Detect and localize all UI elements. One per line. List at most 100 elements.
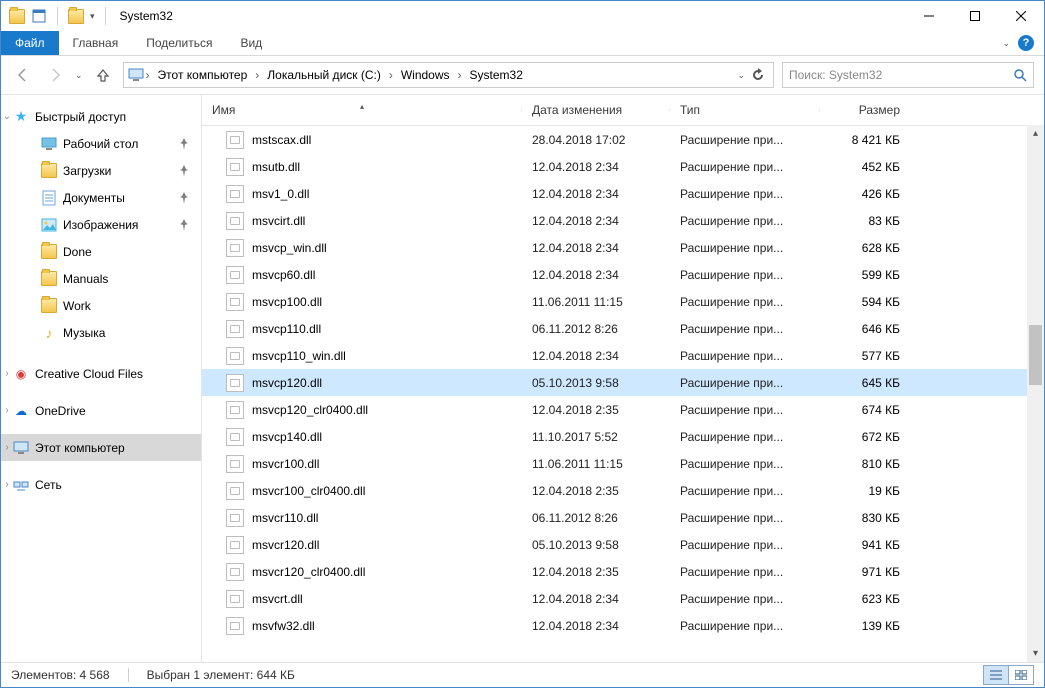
- scroll-down-icon[interactable]: ▾: [1027, 645, 1044, 662]
- table-row[interactable]: msvcr120_clr0400.dll12.04.2018 2:35Расши…: [202, 558, 1044, 585]
- vertical-scrollbar[interactable]: ▴ ▾: [1027, 125, 1044, 662]
- table-row[interactable]: msvcp120_clr0400.dll12.04.2018 2:35Расши…: [202, 396, 1044, 423]
- back-button[interactable]: [11, 63, 35, 87]
- table-row[interactable]: msvcp_win.dll12.04.2018 2:34Расширение п…: [202, 234, 1044, 261]
- chevron-right-icon[interactable]: ›: [1, 405, 13, 416]
- sidebar-item[interactable]: Done: [1, 238, 201, 265]
- chevron-right-icon[interactable]: ›: [1, 442, 13, 453]
- history-dropdown-icon[interactable]: ⌄: [75, 70, 83, 81]
- sidebar-item[interactable]: Work: [1, 292, 201, 319]
- forward-button[interactable]: [43, 63, 67, 87]
- file-type: Расширение при...: [670, 187, 820, 201]
- column-type[interactable]: Тип: [670, 103, 820, 117]
- file-size: 8 421 КБ: [820, 133, 920, 147]
- search-input[interactable]: Поиск: System32: [782, 62, 1034, 88]
- chevron-right-icon[interactable]: ›: [387, 68, 395, 82]
- file-type: Расширение при...: [670, 511, 820, 525]
- sidebar: ⌄ ★ Быстрый доступ Рабочий столЗагрузкиД…: [1, 95, 202, 662]
- table-row[interactable]: msvfw32.dll12.04.2018 2:34Расширение при…: [202, 612, 1044, 639]
- sidebar-network[interactable]: › Сеть: [1, 471, 201, 498]
- table-row[interactable]: msvcp60.dll12.04.2018 2:34Расширение при…: [202, 261, 1044, 288]
- sidebar-this-pc[interactable]: › Этот компьютер: [1, 434, 201, 461]
- file-name: msvcr120.dll: [252, 538, 319, 552]
- sidebar-item[interactable]: Рабочий стол: [1, 130, 201, 157]
- column-date[interactable]: Дата изменения: [522, 103, 670, 117]
- table-row[interactable]: msvcp140.dll11.10.2017 5:52Расширение пр…: [202, 423, 1044, 450]
- file-date: 28.04.2018 17:02: [522, 133, 670, 147]
- folder-icon: [41, 244, 57, 260]
- sidebar-item[interactable]: Manuals: [1, 265, 201, 292]
- file-date: 11.06.2011 11:15: [522, 295, 670, 309]
- chevron-right-icon[interactable]: ›: [253, 68, 261, 82]
- sidebar-creative-cloud[interactable]: › ◉ Creative Cloud Files: [1, 360, 201, 387]
- folder-icon[interactable]: [68, 8, 84, 24]
- sidebar-onedrive[interactable]: › ☁ OneDrive: [1, 397, 201, 424]
- sidebar-item[interactable]: Загрузки: [1, 157, 201, 184]
- view-details-button[interactable]: [983, 665, 1009, 685]
- scroll-up-icon[interactable]: ▴: [1027, 125, 1044, 142]
- table-row[interactable]: msvcr120.dll05.10.2013 9:58Расширение пр…: [202, 531, 1044, 558]
- crumb-windows[interactable]: Windows: [395, 63, 456, 87]
- qat-dropdown-icon[interactable]: ▾: [90, 11, 95, 22]
- sidebar-item[interactable]: ♪Музыка: [1, 319, 201, 346]
- chevron-right-icon[interactable]: ›: [1, 479, 13, 490]
- up-button[interactable]: [91, 63, 115, 87]
- tab-home[interactable]: Главная: [59, 31, 133, 55]
- crumb-c-drive[interactable]: Локальный диск (C:): [261, 63, 387, 87]
- sidebar-item[interactable]: Изображения: [1, 211, 201, 238]
- sidebar-item[interactable]: Документы: [1, 184, 201, 211]
- breadcrumb-dropdown-icon[interactable]: ⌄: [737, 70, 745, 81]
- help-icon[interactable]: ?: [1018, 35, 1034, 51]
- table-row[interactable]: msvcp110.dll06.11.2012 8:26Расширение пр…: [202, 315, 1044, 342]
- table-row[interactable]: msvcp120.dll05.10.2013 9:58Расширение пр…: [202, 369, 1044, 396]
- dll-file-icon: [226, 347, 244, 365]
- table-row[interactable]: msvcp110_win.dll12.04.2018 2:34Расширени…: [202, 342, 1044, 369]
- sidebar-quick-access[interactable]: ⌄ ★ Быстрый доступ: [1, 103, 201, 130]
- search-icon[interactable]: [1013, 68, 1027, 82]
- view-icons-button[interactable]: [1008, 665, 1034, 685]
- file-size: 672 КБ: [820, 430, 920, 444]
- column-name[interactable]: ▴ Имя: [202, 103, 522, 117]
- file-name: msutb.dll: [252, 160, 300, 174]
- crumb-system32[interactable]: System32: [464, 63, 529, 87]
- table-row[interactable]: msv1_0.dll12.04.2018 2:34Расширение при.…: [202, 180, 1044, 207]
- ribbon-expand-icon[interactable]: ⌄: [1002, 38, 1010, 49]
- table-row[interactable]: msvcr110.dll06.11.2012 8:26Расширение пр…: [202, 504, 1044, 531]
- scroll-thumb[interactable]: [1029, 325, 1042, 385]
- minimize-button[interactable]: [906, 1, 952, 31]
- table-row[interactable]: msutb.dll12.04.2018 2:34Расширение при..…: [202, 153, 1044, 180]
- properties-icon[interactable]: [31, 8, 47, 24]
- refresh-icon[interactable]: [751, 68, 765, 82]
- column-size[interactable]: Размер: [820, 103, 920, 117]
- chevron-right-icon[interactable]: ›: [144, 68, 152, 82]
- chevron-down-icon[interactable]: ⌄: [1, 111, 13, 122]
- dll-file-icon: [226, 428, 244, 446]
- tab-share[interactable]: Поделиться: [132, 31, 226, 55]
- file-date: 12.04.2018 2:34: [522, 214, 670, 228]
- breadcrumb[interactable]: › Этот компьютер › Локальный диск (C:) ›…: [123, 62, 774, 88]
- window-title: System32: [120, 9, 173, 23]
- file-date: 12.04.2018 2:34: [522, 187, 670, 201]
- file-date: 12.04.2018 2:34: [522, 268, 670, 282]
- table-row[interactable]: msvcirt.dll12.04.2018 2:34Расширение при…: [202, 207, 1044, 234]
- tab-view[interactable]: Вид: [226, 31, 276, 55]
- crumb-this-pc[interactable]: Этот компьютер: [152, 63, 254, 87]
- file-type: Расширение при...: [670, 430, 820, 444]
- table-row[interactable]: msvcp100.dll11.06.2011 11:15Расширение п…: [202, 288, 1044, 315]
- network-icon: [13, 477, 29, 493]
- folder-icon: ♪: [41, 325, 57, 341]
- chevron-right-icon[interactable]: ›: [456, 68, 464, 82]
- file-name: msvcirt.dll: [252, 214, 305, 228]
- table-row[interactable]: msvcrt.dll12.04.2018 2:34Расширение при.…: [202, 585, 1044, 612]
- folder-icon: [41, 136, 57, 152]
- chevron-right-icon[interactable]: ›: [1, 368, 13, 379]
- close-button[interactable]: [998, 1, 1044, 31]
- table-row[interactable]: mstscax.dll28.04.2018 17:02Расширение пр…: [202, 126, 1044, 153]
- table-row[interactable]: msvcr100_clr0400.dll12.04.2018 2:35Расши…: [202, 477, 1044, 504]
- onedrive-icon: ☁: [13, 403, 29, 419]
- maximize-button[interactable]: [952, 1, 998, 31]
- sidebar-label: Этот компьютер: [35, 441, 125, 455]
- table-row[interactable]: msvcr100.dll11.06.2011 11:15Расширение п…: [202, 450, 1044, 477]
- tab-file[interactable]: Файл: [1, 31, 59, 55]
- dll-file-icon: [226, 293, 244, 311]
